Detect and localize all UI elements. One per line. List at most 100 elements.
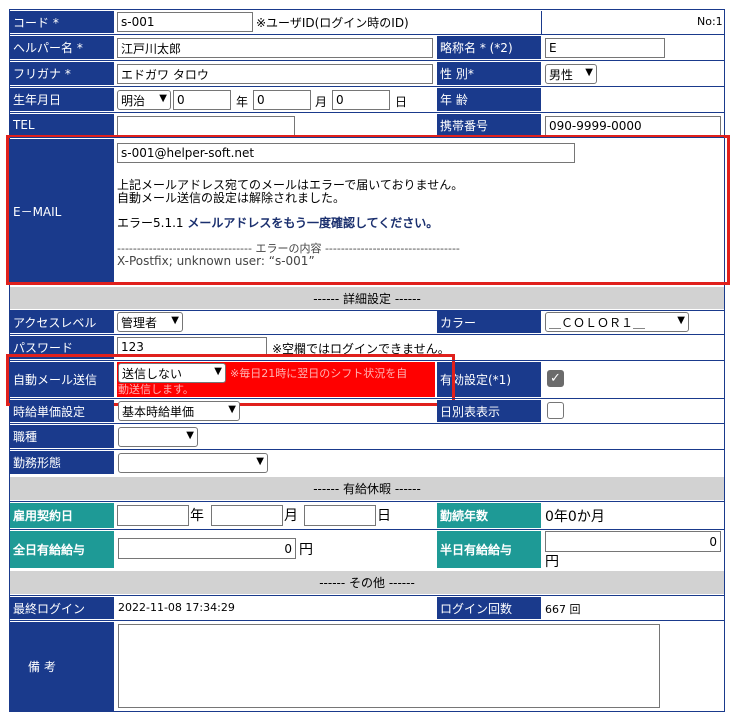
error-code-instruction: メールアドレスをもう一度確認してください。 [187, 216, 439, 230]
chevron-down-icon: ▼ [186, 430, 194, 441]
tel-input[interactable] [117, 116, 295, 136]
row-divider [10, 449, 724, 450]
access-level-value: 管理者 [121, 316, 158, 330]
last-login-value: 2022-11-08 17:34:29 [118, 601, 235, 614]
birth-era-select[interactable]: 明治 ▼ [117, 90, 171, 110]
remarks-label: 備 考 [10, 622, 114, 711]
hire-year-unit: 年 [190, 508, 204, 524]
row-divider [10, 398, 724, 399]
birth-day-input[interactable] [332, 90, 390, 110]
gender-select[interactable]: 男性 ▼ [545, 64, 597, 84]
full-day-pay-unit: 円 [299, 542, 313, 558]
row-divider [10, 529, 724, 530]
auto-mail-note-line1: ※毎日21時に翌日のシフト状況を自 [230, 367, 408, 380]
row-divider [10, 423, 724, 424]
half-day-pay-input[interactable] [545, 531, 721, 552]
section-other-header: ------ その他 ------ [10, 571, 724, 594]
login-count-label: ログイン回数 [437, 597, 541, 619]
row-divider [10, 501, 724, 502]
login-count-value: 667 回 [545, 603, 581, 616]
birth-era-value: 明治 [121, 94, 146, 108]
color-select[interactable]: ＿ＣＯＬＯＲ１＿ ▼ [545, 312, 689, 332]
gender-label: 性 別* [437, 62, 541, 85]
hire-date-label: 雇用契約日 [10, 503, 114, 528]
tel-label: TEL [10, 114, 114, 136]
hire-year-input[interactable] [117, 505, 189, 526]
row-divider [10, 334, 724, 335]
work-style-label: 勤務形態 [10, 451, 114, 474]
row-divider [10, 112, 724, 113]
chevron-down-icon: ▼ [585, 67, 593, 78]
auto-mail-value: 送信しない [122, 367, 183, 381]
auto-mail-label: 自動メール送信 [10, 362, 114, 397]
section-detail-header: ------ 詳細設定 ------ [10, 287, 724, 309]
valid-setting-checkbox[interactable]: ✓ [547, 370, 564, 387]
row-divider [10, 86, 724, 87]
email-input[interactable] [117, 143, 575, 163]
row-divider [10, 360, 724, 361]
hire-day-unit: 日 [377, 508, 391, 524]
checkmark-icon: ✓ [550, 371, 561, 386]
auto-mail-select[interactable]: 送信しない ▼ [118, 363, 226, 383]
daily-list-label: 日別表表示 [437, 400, 541, 422]
abbr-input[interactable] [545, 38, 665, 58]
row-divider [10, 620, 724, 621]
color-label: カラー [437, 311, 541, 333]
valid-setting-label: 有効設定(*1) [437, 362, 541, 397]
birth-year-input[interactable] [173, 90, 231, 110]
full-day-pay-label: 全日有給給与 [10, 531, 114, 568]
gender-value: 男性 [549, 68, 574, 82]
chevron-down-icon: ▼ [159, 93, 167, 104]
email-error-message-2: 自動メール送信の設定は解除されました。 [117, 191, 346, 205]
access-level-label: アクセスレベル [10, 311, 114, 333]
password-label: パスワード [10, 336, 114, 359]
helper-name-input[interactable] [117, 38, 433, 58]
mobile-input[interactable] [545, 116, 721, 136]
code-input[interactable] [117, 12, 253, 32]
birth-label: 生年月日 [10, 88, 114, 111]
code-note: ※ユーザID(ログイン時のID) [256, 16, 409, 30]
birth-month-input[interactable] [253, 90, 311, 110]
code-label: コード * [10, 11, 114, 33]
chevron-down-icon: ▼ [256, 456, 264, 467]
hourly-rate-select[interactable]: 基本時給単価 ▼ [118, 401, 240, 421]
years-service-label: 勤続年数 [437, 503, 541, 528]
divider [541, 11, 542, 35]
record-number: No:1 [697, 15, 723, 28]
hourly-rate-value: 基本時給単価 [122, 405, 195, 419]
hourly-rate-label: 時給単価設定 [10, 400, 114, 422]
error-detail: X-Postfix; unknown user: “s-001” [117, 254, 315, 268]
row-divider [10, 137, 724, 138]
chevron-down-icon: ▼ [228, 404, 236, 415]
years-service-value: 0年0か月 [545, 509, 605, 525]
color-value: ＿ＣＯＬＯＲ１＿ [549, 316, 646, 330]
auto-mail-note-line2: 動送信します。 [118, 383, 194, 396]
hire-month-unit: 月 [284, 508, 298, 524]
half-day-pay-label: 半日有給給与 [437, 531, 541, 568]
helper-name-label: ヘルパー名 * [10, 36, 114, 59]
row-divider [10, 595, 724, 596]
chevron-down-icon: ▼ [677, 315, 685, 326]
work-style-select[interactable]: ▼ [118, 453, 268, 473]
daily-list-checkbox[interactable] [547, 402, 564, 419]
hire-month-input[interactable] [211, 505, 283, 526]
row-divider [10, 60, 724, 61]
hire-day-input[interactable] [304, 505, 376, 526]
age-label: 年 齢 [437, 88, 541, 111]
row-divider [10, 34, 724, 35]
chevron-down-icon: ▼ [171, 315, 179, 326]
job-type-label: 職種 [10, 425, 114, 448]
abbr-label: 略称名 * (*2) [437, 36, 541, 59]
full-day-pay-input[interactable] [118, 538, 296, 559]
birth-year-unit: 年 [236, 95, 249, 109]
mobile-label: 携帯番号 [437, 114, 541, 136]
password-input[interactable] [117, 337, 267, 357]
job-type-select[interactable]: ▼ [118, 427, 198, 447]
email-error-code: エラー5.1.1 メールアドレスをもう一度確認してください。 [117, 214, 438, 231]
chevron-down-icon: ▼ [214, 366, 222, 377]
remarks-textarea[interactable] [118, 624, 660, 708]
access-level-select[interactable]: 管理者 ▼ [117, 312, 183, 332]
section-leave-header: ------ 有給休暇 ------ [10, 477, 724, 500]
furigana-input[interactable] [117, 64, 433, 84]
birth-month-unit: 月 [315, 95, 328, 109]
